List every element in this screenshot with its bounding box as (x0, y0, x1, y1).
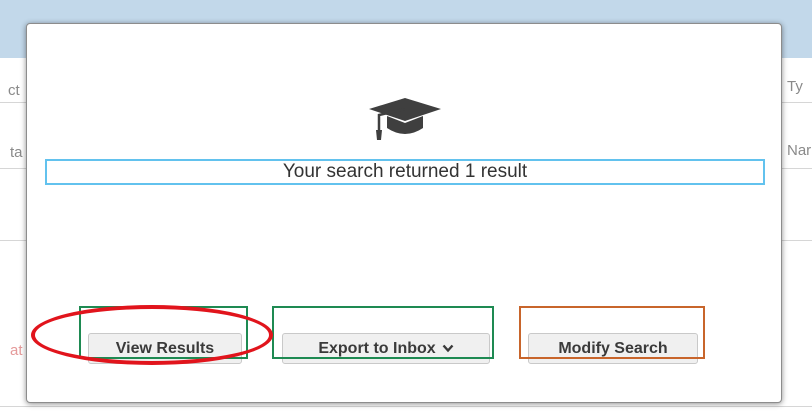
background-label-fragment: Nar (787, 142, 812, 159)
search-result-message: Your search returned 1 result (45, 159, 765, 185)
background-divider (0, 240, 26, 241)
background-label-fragment: ta (10, 144, 23, 161)
background-divider (0, 406, 812, 407)
export-to-inbox-label: Export to Inbox (318, 340, 436, 357)
export-to-inbox-button[interactable]: Export to Inbox (282, 333, 490, 364)
modify-search-label: Modify Search (558, 340, 668, 357)
background-label-fragment: ct (8, 82, 20, 99)
background-label-fragment: at (10, 342, 23, 359)
graduation-cap-icon (369, 98, 441, 140)
background-divider (0, 102, 26, 103)
view-results-label: View Results (115, 340, 215, 357)
background-divider (782, 102, 812, 103)
background-divider (0, 168, 26, 169)
background-label-fragment: Ty (787, 78, 803, 95)
background-divider (782, 240, 812, 241)
modify-search-button[interactable]: Modify Search (528, 333, 698, 364)
view-results-button[interactable]: View Results (88, 333, 242, 364)
chevron-down-icon (442, 344, 454, 353)
search-result-dialog: Your search returned 1 result View Resul… (26, 23, 782, 403)
background-divider (782, 168, 812, 169)
